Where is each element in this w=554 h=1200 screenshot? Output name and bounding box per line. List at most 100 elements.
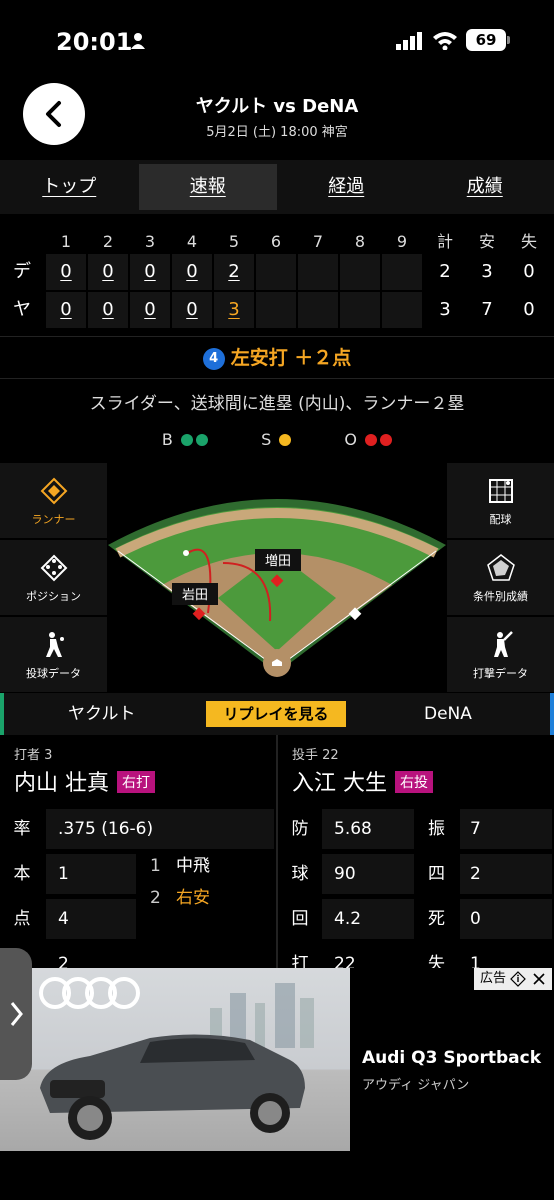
stat-label: 失 [428,954,445,968]
pitcher-stat-row: 防 5.68 振 7 [278,808,554,850]
stat-value: 5.68 [334,819,372,839]
balls-indicator: B [162,430,208,449]
replay-button[interactable]: リプレイを見る [206,701,346,727]
inning-score[interactable]: 0 [130,254,170,290]
audi-car-illustration [39,977,314,1140]
batting-data-button[interactable]: 打撃データ [447,617,554,693]
stat-value: 7 [470,819,481,839]
inning-score [382,292,422,328]
out-dot [380,434,393,446]
batter-stat-row: 2 [0,943,276,968]
stat-value: 22 [334,954,356,968]
stat-value: 90 [334,864,356,884]
total-errors: 0 [523,261,535,282]
divider [0,378,554,379]
stat-label: 点 [13,909,31,929]
atbat-result: 右安 [176,888,210,908]
ad-title[interactable]: Audi Q3 Sportback [362,1048,541,1068]
inning-score[interactable]: 0 [88,254,128,290]
runner-second-label: 増田 [265,554,291,569]
stat-label: 回 [291,909,309,929]
inning-score[interactable]: 0 [46,292,86,328]
strikes-indicator: S [261,430,292,449]
stat-value: 0 [470,909,481,929]
tab-top[interactable]: トップ [0,160,139,214]
ad-advertiser: アウディ ジャパン [362,1078,470,1093]
stat-label: 死 [428,909,445,929]
split-stats-button[interactable]: 条件別成績 [447,540,554,616]
radar-chart-icon [486,554,515,581]
position-view-button[interactable]: ポジション [0,540,107,616]
info-icon[interactable] [510,971,526,987]
stat-value: 4 [58,909,69,929]
pitcher-stat-row: 回 4.2 死 0 [278,898,554,940]
inning-score [256,292,296,328]
balls-label: B [161,430,173,449]
ball-dot [195,434,208,446]
pitching-data-button[interactable]: 投球データ [0,617,107,693]
batter-header: 打者 3 内山 壮真 右打 [14,735,155,805]
diamond-icon [40,477,67,505]
person-icon [131,33,145,49]
tab-bar: トップ 速報 経過 成績 [0,160,554,214]
inning-score[interactable]: 0 [46,254,86,290]
side-drawer-handle[interactable] [0,948,32,1080]
position-label: ポジション [26,590,81,603]
inning-score[interactable]: 0 [172,292,212,328]
wifi-icon [433,32,457,50]
split-stats-label: 条件別成績 [473,590,528,603]
ball-count: B S O [0,430,554,449]
stat-value: .375 (16-6) [58,819,154,839]
atbat-item[interactable]: 1 中飛 [140,850,274,882]
total-hits: 7 [481,299,493,320]
away-team-color-bar [550,693,554,735]
pitcher-stat-row: 球 90 四 2 [278,853,554,895]
ad-label[interactable]: 広告 [474,968,552,990]
stat-label: 振 [428,819,445,839]
ad-banner[interactable]: Audi Q3 Sportback アウディ ジャパン [0,968,554,1151]
runner-third-label: 岩田 [182,588,208,603]
tab-stats[interactable]: 成績 [416,160,554,214]
inning-score[interactable]: 2 [214,254,254,290]
batting-data-label: 打撃データ [473,667,528,680]
pitcher-hand-badge: 右投 [395,771,433,793]
page-title: ヤクルト vs DeNA [195,96,359,117]
pitcher-name[interactable]: 入江 大生 [292,771,387,796]
pitch-distribution-button[interactable]: 配球 [447,463,554,539]
play-result-text: 左安打 ＋２点 [230,347,352,369]
close-icon[interactable] [532,972,546,986]
play-number-badge: 4 [202,348,225,370]
atbat-result: 中飛 [176,856,210,876]
inning-score[interactable]: 0 [88,292,128,328]
tab-live[interactable]: 速報 [138,164,277,210]
pitcher-icon [45,632,64,657]
total-hits: 3 [481,261,493,282]
stat-label: 打 [291,954,309,968]
away-team-name[interactable]: DeNA [424,693,472,735]
inning-score [340,292,380,328]
divider [0,336,554,337]
clock: 20:01 [56,28,133,56]
inning-score [340,254,380,290]
stat-value: 2 [58,954,69,968]
battery-indicator: 69 [466,29,506,51]
stat-label: 球 [291,864,309,884]
game-info: 5月2日 (土) 18:00 神宮 [206,125,348,140]
out-dot [365,434,378,446]
battery-cap [507,36,510,44]
batter-name[interactable]: 内山 壮真 [14,771,109,796]
inning-score[interactable]: 0 [172,254,212,290]
home-team-name[interactable]: ヤクルト [68,693,136,735]
scoreboard-row-away: デ 0 0 0 0 2 2 3 0 [0,254,554,294]
tab-progress[interactable]: 経過 [277,160,416,214]
runner-view-button[interactable]: ランナー [0,463,107,539]
stat-value: 1 [58,864,69,884]
stat-label: 防 [291,819,309,839]
inning-score[interactable]: 0 [130,292,170,328]
status-bar: 20:01 69 [0,0,554,84]
pitcher-role: 投手 22 [292,748,339,763]
atbat-number: 1 [150,856,161,876]
inning-score-current[interactable]: 3 [214,292,254,328]
home-team-color-bar [0,693,4,735]
atbat-item[interactable]: 2 右安 [140,882,274,914]
